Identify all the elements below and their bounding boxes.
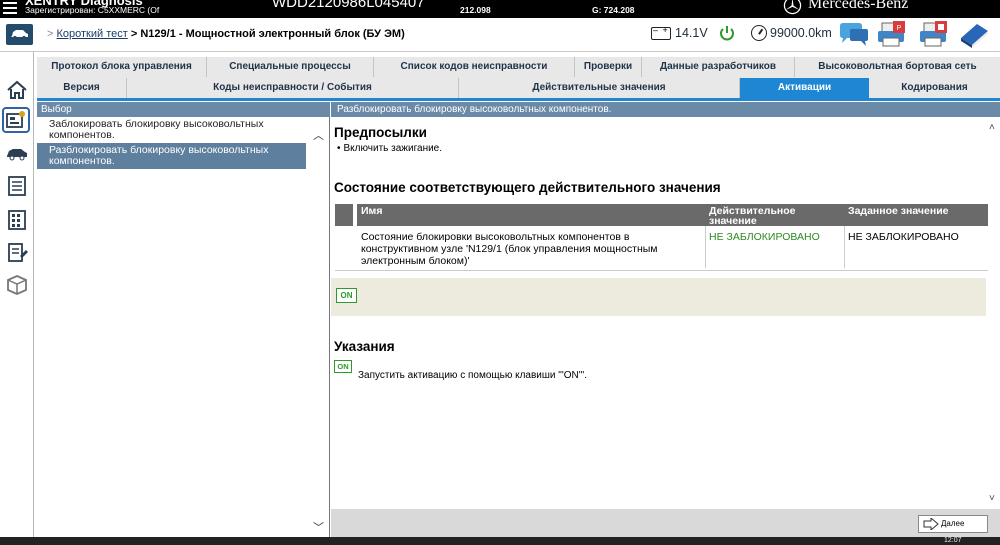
top-bar: XENTRY Diagnosis Зарегистрирован: C5XXME… xyxy=(0,0,1000,18)
taskbar-clock: 12:07 xyxy=(944,537,962,544)
mileage-value: 99000.0km xyxy=(770,26,832,40)
table-cell-name: Состояние блокировки высоковольтных комп… xyxy=(361,231,658,267)
detail-scrollbar[interactable]: ˄ ˅ xyxy=(986,117,1000,509)
ignition-icon xyxy=(720,26,734,41)
left-nav-strip xyxy=(0,52,34,545)
vehicle-button[interactable] xyxy=(6,24,33,45)
on-key-icon: ON xyxy=(334,360,352,373)
manual-book-icon[interactable] xyxy=(957,20,991,50)
package-icon[interactable] xyxy=(5,274,29,296)
voltage-value: 14.1V xyxy=(675,26,708,40)
selection-panel-title: Выбор xyxy=(37,102,330,117)
state-heading: Состояние соответствующего действительно… xyxy=(334,180,721,195)
tab-high-voltage-network[interactable]: Высоковольтная бортовая сеть xyxy=(795,57,1000,77)
list-icon[interactable] xyxy=(5,175,29,197)
scroll-up-icon[interactable]: ︿ xyxy=(313,127,324,143)
tab-row-1: Протокол блока управления Специальные пр… xyxy=(37,57,1000,77)
print-pdf-icon[interactable] xyxy=(917,20,951,50)
os-taskbar: 12:07 xyxy=(0,537,1000,545)
prerequisite-item: Включить зажигание. xyxy=(337,143,443,154)
tab-activations[interactable]: Активации xyxy=(740,78,869,98)
scroll-up-icon[interactable]: ˄ xyxy=(989,122,995,133)
activation-button-bar: ON xyxy=(331,278,986,316)
table-header-target: Заданное значение xyxy=(844,204,988,226)
chat-support-icon[interactable] xyxy=(837,20,871,50)
print-icon[interactable]: P xyxy=(875,20,909,50)
table-divider xyxy=(844,226,845,268)
selection-scrollbar[interactable]: ︿ ﹀ xyxy=(307,117,329,545)
home-icon[interactable] xyxy=(5,79,29,101)
svg-text:P: P xyxy=(897,25,902,32)
car-icon xyxy=(11,30,28,40)
activation-title: Разблокировать блокировку высоковольтных… xyxy=(331,102,1000,117)
breadcrumb-separator: > xyxy=(47,28,54,40)
odometer-icon xyxy=(751,25,767,41)
mercedes-star-icon xyxy=(783,0,802,15)
list-item-lock-hv[interactable]: Заблокировать блокировку высоковольтных … xyxy=(37,117,306,143)
scroll-down-icon[interactable]: ﹀ xyxy=(313,519,324,535)
table-divider xyxy=(705,226,706,268)
tab-checks[interactable]: Проверки xyxy=(575,57,642,77)
registered-label: Зарегистрирован: C5XXMERC (Of xyxy=(25,5,160,15)
tab-actual-values[interactable]: Действительные значения xyxy=(459,78,740,98)
selection-list: Заблокировать блокировку высоковольтных … xyxy=(37,117,306,169)
table-header-actual: Действительное значение xyxy=(705,204,844,226)
grid-icon[interactable] xyxy=(5,209,29,231)
next-button-label: Далее xyxy=(941,519,965,528)
table-row-line xyxy=(335,270,988,271)
table-cell-actual: НЕ ЗАБЛОКИРОВАНО xyxy=(709,231,820,243)
brand-name: Mercedes-Benz xyxy=(808,0,909,12)
selection-panel: Выбор Заблокировать блокировку высоковол… xyxy=(37,102,330,545)
vin-number: WDD2120986L045407 xyxy=(272,0,425,11)
control-unit-icon[interactable] xyxy=(2,107,30,133)
tab-bar: Протокол блока управления Специальные пр… xyxy=(37,57,1000,98)
scroll-down-icon[interactable]: ˅ xyxy=(989,493,995,504)
breadcrumb-current: > N129/1 - Мощностной электронный блок (… xyxy=(130,28,405,40)
list-item-unlock-hv[interactable]: Разблокировать блокировку высоковольтных… xyxy=(37,143,306,169)
tab-underline xyxy=(37,98,1000,101)
table-header-name: Имя xyxy=(357,204,705,226)
tab-developer-data[interactable]: Данные разработчиков xyxy=(642,57,795,77)
next-button[interactable]: Далее xyxy=(918,515,988,533)
battery-icon xyxy=(651,25,671,40)
transmission-code: G: 724.208 xyxy=(592,5,635,15)
menu-icon[interactable] xyxy=(3,2,17,14)
tab-version[interactable]: Версия xyxy=(37,78,127,98)
detail-footer: Далее xyxy=(331,509,1000,537)
tab-special-processes[interactable]: Специальные процессы xyxy=(207,57,374,77)
breadcrumb: > Короткий тест > N129/1 - Мощностной эл… xyxy=(47,28,405,40)
header-bar: > Короткий тест > N129/1 - Мощностной эл… xyxy=(0,18,1000,52)
activation-detail-panel: Разблокировать блокировку высоковольтных… xyxy=(331,102,1000,509)
table-cell-target: НЕ ЗАБЛОКИРОВАНО xyxy=(848,231,959,243)
car-diagnosis-icon[interactable] xyxy=(5,142,29,164)
arrow-right-icon xyxy=(923,518,939,530)
tab-codings[interactable]: Кодирования xyxy=(869,78,1000,98)
model-code: 212.098 xyxy=(460,5,491,15)
document-edit-icon[interactable] xyxy=(5,242,29,264)
xentry-window: XENTRY Diagnosis Зарегистрирован: C5XXME… xyxy=(0,0,1000,545)
tab-row-2: Версия Коды неисправности / События Дейс… xyxy=(37,78,1000,98)
hints-heading: Указания xyxy=(334,339,395,354)
prerequisites-heading: Предпосылки xyxy=(334,125,427,140)
tab-fault-code-list[interactable]: Список кодов неисправности xyxy=(374,57,575,77)
on-button[interactable]: ON xyxy=(336,288,357,303)
breadcrumb-link-short-test[interactable]: Короткий тест xyxy=(57,28,128,40)
table-header-blank xyxy=(335,204,353,226)
tab-fault-codes-events[interactable]: Коды неисправности / События xyxy=(127,78,459,98)
tab-control-unit-log[interactable]: Протокол блока управления xyxy=(37,57,207,77)
hint-text: Запустить активацию с помощью клавиши "'… xyxy=(358,370,587,381)
